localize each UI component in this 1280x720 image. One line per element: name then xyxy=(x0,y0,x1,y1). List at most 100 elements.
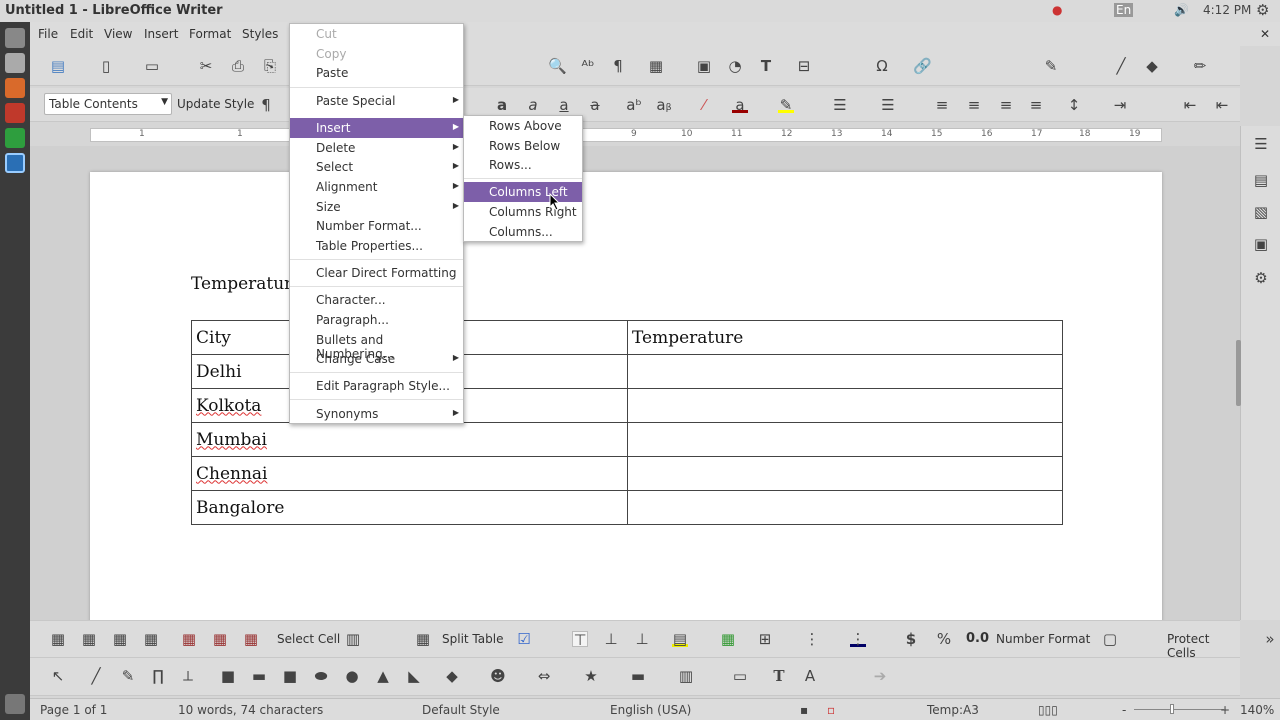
arrows-icon[interactable]: ⇔ xyxy=(536,668,552,684)
page-break-icon[interactable]: ⊟ xyxy=(796,58,812,74)
callout-icon[interactable]: ▬ xyxy=(630,668,646,684)
autofit-icon[interactable]: ☑ xyxy=(516,631,532,647)
percent-icon[interactable]: % xyxy=(936,631,952,647)
menu-item-copy[interactable]: Copy xyxy=(290,44,463,64)
table-cell[interactable]: Mumbai xyxy=(191,422,628,457)
text-box-icon[interactable]: T xyxy=(771,668,787,684)
insert-text-box-icon[interactable]: T xyxy=(758,58,774,74)
right-triangle-icon[interactable]: ◣ xyxy=(406,668,422,684)
menu-item-change-case[interactable]: Change Case ▶ xyxy=(290,349,463,369)
delete-columns-icon[interactable]: ▦ xyxy=(212,631,228,647)
page-count[interactable]: Page 1 of 1 xyxy=(40,703,107,717)
menu-item-edit-paragraph-style[interactable]: Edit Paragraph Style... xyxy=(290,376,463,396)
volume-icon[interactable]: 🔊 xyxy=(1174,3,1189,17)
styles-icon[interactable]: ▧ xyxy=(1253,204,1269,220)
align-left-icon[interactable]: ≡ xyxy=(934,97,950,113)
menu-format[interactable]: Format xyxy=(189,27,231,41)
autoformat-icon[interactable]: ▦ xyxy=(720,631,736,647)
more-options-icon[interactable]: » xyxy=(1262,631,1278,647)
page-style[interactable]: Default Style xyxy=(422,703,500,717)
vertical-scrollbar[interactable] xyxy=(1236,340,1241,406)
underline-icon[interactable]: a xyxy=(556,97,572,113)
launcher-calc-icon[interactable] xyxy=(5,128,25,148)
delete-rows-icon[interactable]: ▦ xyxy=(181,631,197,647)
menu-item-rows[interactable]: Rows... xyxy=(464,155,582,175)
decrease-paragraph-spacing-icon[interactable]: ⇤ xyxy=(1214,97,1230,113)
launcher-writer-icon[interactable] xyxy=(5,153,25,173)
font-color-icon[interactable]: a xyxy=(732,97,748,113)
center-vertically-icon[interactable]: ⊥ xyxy=(603,631,619,647)
shapes-icon[interactable]: ◆ xyxy=(1144,58,1160,74)
select-pointer-icon[interactable]: ↖ xyxy=(50,668,66,684)
bold-icon[interactable]: a xyxy=(494,97,510,113)
menu-item-table-properties[interactable]: Table Properties... xyxy=(290,236,463,256)
launcher-firefox-icon[interactable] xyxy=(5,78,25,98)
align-top-icon[interactable]: ⊤ xyxy=(572,631,588,648)
menu-item-rows-below[interactable]: Rows Below xyxy=(464,136,582,156)
menu-item-rows-above[interactable]: Rows Above xyxy=(464,116,582,136)
edit-mode-icon[interactable]: ✏ xyxy=(1192,58,1208,74)
menu-item-size[interactable]: Size ▶ xyxy=(290,197,463,217)
launcher-files-icon[interactable] xyxy=(5,53,25,73)
highlight-icon[interactable]: ✎ xyxy=(778,97,794,113)
clock[interactable]: 4:12 PM xyxy=(1203,3,1251,17)
find-replace-icon[interactable]: 🔍 xyxy=(548,58,567,74)
menu-item-paste-special[interactable]: Paste Special ▶ xyxy=(290,91,463,111)
line-icon[interactable]: ╱ xyxy=(88,668,104,684)
currency-icon[interactable]: $ xyxy=(903,631,919,647)
gallery-icon[interactable]: ▣ xyxy=(1253,236,1269,252)
diamond-icon[interactable]: ◆ xyxy=(444,668,460,684)
print-preview-icon[interactable]: ⎘ xyxy=(262,58,278,74)
split-table-button[interactable]: Split Table xyxy=(442,632,503,646)
polygon-icon[interactable]: ⟂ xyxy=(180,668,196,684)
delete-table-icon[interactable]: ▦ xyxy=(243,631,259,647)
line-icon[interactable]: ╱ xyxy=(1113,58,1129,74)
menu-item-paste[interactable]: Paste xyxy=(290,63,463,83)
menu-edit[interactable]: Edit xyxy=(70,27,93,41)
language[interactable]: English (USA) xyxy=(610,703,691,717)
menu-item-alignment[interactable]: Alignment ▶ xyxy=(290,177,463,197)
menu-item-character[interactable]: Character... xyxy=(290,290,463,310)
insert-comment-icon[interactable]: ▭ xyxy=(732,668,748,684)
menu-item-select[interactable]: Select ▶ xyxy=(290,157,463,177)
cell-background-icon[interactable]: ▤ xyxy=(672,631,688,647)
table-cell[interactable]: Bangalore xyxy=(191,490,628,525)
zoom-level[interactable]: 140% xyxy=(1240,703,1274,717)
decrease-indent-icon[interactable]: ⇤ xyxy=(1182,97,1198,113)
table-cell[interactable]: Temperature xyxy=(627,320,1063,355)
subscript-icon[interactable]: aᵦ xyxy=(656,97,672,113)
freeform-icon[interactable]: ✎ xyxy=(120,668,136,684)
curve-icon[interactable]: ∏ xyxy=(150,668,166,684)
star-icon[interactable]: ★ xyxy=(583,668,599,684)
strikethrough-icon[interactable]: a xyxy=(587,97,603,113)
save-icon[interactable]: ▭ xyxy=(144,58,160,74)
update-style-button[interactable]: Update Style xyxy=(177,97,254,111)
export-pdf-icon[interactable]: ✂ xyxy=(198,58,214,74)
menu-file[interactable]: File xyxy=(38,27,58,41)
menu-item-insert[interactable]: Insert ▶ xyxy=(290,118,463,138)
menu-styles[interactable]: Styles xyxy=(242,27,278,41)
table-icon[interactable]: ▦ xyxy=(50,631,66,647)
view-layout-icon[interactable]: ▯▯▯ xyxy=(1038,703,1058,717)
align-bottom-icon[interactable]: ⊥ xyxy=(634,631,650,647)
table-cell[interactable]: Chennai xyxy=(191,456,628,491)
zoom-slider[interactable] xyxy=(1134,704,1224,714)
table-cell[interactable] xyxy=(627,354,1063,389)
circle-icon[interactable]: ● xyxy=(344,668,360,684)
table-icon[interactable]: ▦ xyxy=(81,631,97,647)
table-cell[interactable] xyxy=(627,456,1063,491)
document-modified-icon[interactable]: ▫ xyxy=(827,703,835,717)
special-character-icon[interactable]: Ω xyxy=(874,58,890,74)
table-icon[interactable]: ▦ xyxy=(112,631,128,647)
smiley-icon[interactable]: ☻ xyxy=(490,668,506,684)
numbering-icon[interactable]: ☰ xyxy=(880,97,896,113)
line-spacing-icon[interactable]: ↕ xyxy=(1066,97,1082,113)
rounded-rectangle-icon[interactable]: ▬ xyxy=(251,668,267,684)
print-icon[interactable]: ⎙ xyxy=(230,58,246,74)
table-cell[interactable] xyxy=(627,388,1063,423)
menu-item-delete[interactable]: Delete ▶ xyxy=(290,138,463,158)
number-format-decimal[interactable]: 0.0 xyxy=(966,631,989,646)
keyboard-indicator[interactable]: En xyxy=(1114,3,1134,17)
superscript-icon[interactable]: aᵇ xyxy=(626,97,642,113)
open-icon[interactable]: ▯ xyxy=(98,58,114,74)
